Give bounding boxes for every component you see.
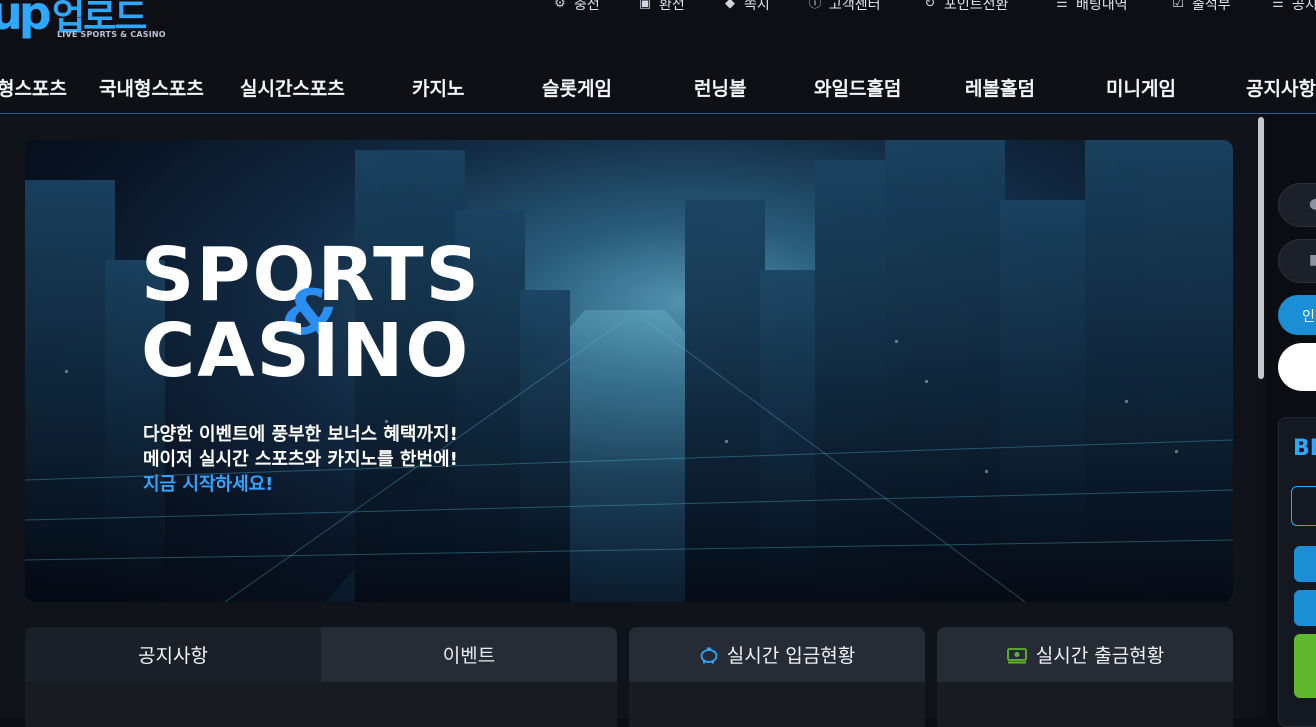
top-header: up 업로드 LIVE SPORTS & CASINO ⚙ 충전 ▣ 환전 ◆ …	[0, 0, 1316, 56]
nav-overseas-sports[interactable]: 해외형스포츠	[0, 74, 67, 101]
scrollbar-thumb[interactable]	[1258, 117, 1264, 379]
betslip-confirm-button[interactable]	[1294, 634, 1316, 698]
util-attendance[interactable]: ☑ 출석부	[1170, 0, 1230, 14]
util-point[interactable]: ↻ 포인트전환	[922, 0, 1009, 14]
nav-live-sports[interactable]: 실시간스포츠	[240, 74, 345, 101]
nav-mini-game[interactable]: 미니게임	[1106, 74, 1176, 101]
gear-icon: ⚙	[554, 0, 566, 11]
util-exchange[interactable]: ▣ 환전	[637, 0, 685, 14]
betslip-button-2[interactable]	[1294, 590, 1316, 626]
hero-banner[interactable]: SPORTS & CASINO 다양한 이벤트에 풍부한 보너스 혜택까지! 메…	[25, 140, 1233, 602]
nav-notice[interactable]: 공지사항	[1246, 74, 1316, 101]
cash-icon	[1006, 647, 1027, 663]
user-icon: ●	[1309, 196, 1316, 212]
site-logo[interactable]: up 업로드 LIVE SPORTS & CASINO	[0, 0, 180, 42]
tab-notice[interactable]: 공지사항	[25, 627, 321, 682]
deposit-panel: 실시간 입금현황	[629, 627, 925, 727]
deposit-panel-title: 실시간 입금현황	[726, 645, 856, 667]
sidebar-betslip: BE	[1278, 417, 1316, 727]
lock-icon: ■	[1309, 252, 1316, 268]
nav-running-ball[interactable]: 런닝볼	[694, 74, 746, 101]
page-scrollbar[interactable]	[1256, 115, 1266, 718]
nav-domestic-sports[interactable]: 국내형스포츠	[99, 74, 204, 101]
deposit-panel-header: 실시간 입금현황	[629, 627, 925, 682]
login-button[interactable]: 인	[1278, 295, 1316, 335]
withdraw-panel-title: 실시간 출금현황	[1035, 645, 1165, 667]
list-icon: ☰	[1056, 0, 1068, 11]
logo-mark: up	[0, 0, 52, 40]
wallet-icon: ▣	[638, 0, 652, 11]
piggybank-icon	[700, 647, 718, 663]
info-icon: ⓘ	[808, 0, 822, 11]
username-input[interactable]: ●	[1278, 183, 1316, 227]
betslip-button-1[interactable]	[1294, 546, 1316, 582]
util-notice[interactable]: ☰ 공지	[1270, 0, 1316, 14]
util-support[interactable]: ⓘ 고객센터	[807, 0, 880, 14]
util-bet-history[interactable]: ☰ 배팅내역	[1054, 0, 1127, 14]
main-nav: 해외형스포츠 국내형스포츠 실시간스포츠 카지노 슬롯게임 런닝볼 와일드홀덤 …	[0, 56, 1316, 114]
notice-list	[25, 682, 617, 727]
banner-copy-2: 메이저 실시간 스포츠와 카지노를 한번에!	[143, 449, 458, 470]
banner-copy-1: 다양한 이벤트에 풍부한 보너스 혜택까지!	[143, 424, 458, 445]
refresh-icon: ↻	[924, 0, 936, 11]
tab-event[interactable]: 이벤트	[321, 627, 617, 682]
nav-casino[interactable]: 카지노	[412, 74, 464, 101]
bell-icon: ◆	[725, 0, 735, 11]
check-icon: ☑	[1172, 0, 1184, 11]
util-charge[interactable]: ⚙ 충전	[552, 0, 600, 14]
betslip-title: BE	[1293, 436, 1316, 461]
banner-copy-3: 지금 시작하세요!	[143, 474, 274, 495]
nav-wild-holdem[interactable]: 와일드홀덤	[814, 74, 901, 101]
banner-title-casino: CASINO	[141, 308, 471, 394]
betslip-option[interactable]	[1291, 486, 1316, 526]
login-sidebar: ● ■ 인 BE	[1266, 115, 1316, 727]
password-input[interactable]: ■	[1278, 239, 1316, 283]
withdraw-panel: 실시간 출금현황	[937, 627, 1233, 727]
util-message[interactable]: ◆ 쪽지	[722, 0, 770, 14]
notice-event-panel: 공지사항 이벤트	[25, 627, 617, 727]
withdraw-panel-header: 실시간 출금현황	[937, 627, 1233, 682]
logo-tagline: LIVE SPORTS & CASINO	[57, 30, 166, 39]
list-icon: ☰	[1272, 0, 1284, 11]
nav-revol-holdem[interactable]: 레볼홀덤	[965, 74, 1035, 101]
nav-slot[interactable]: 슬롯게임	[542, 74, 612, 101]
signup-button[interactable]	[1278, 343, 1316, 391]
